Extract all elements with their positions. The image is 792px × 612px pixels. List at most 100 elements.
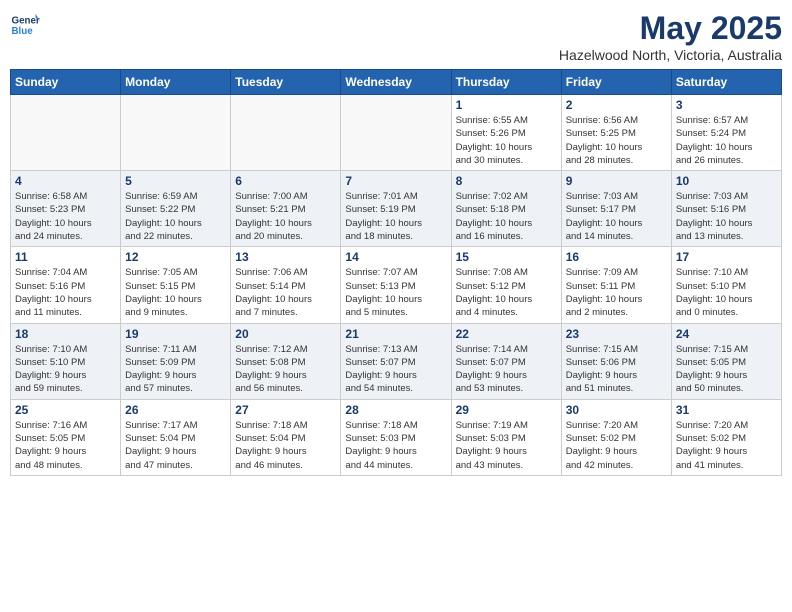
calendar-body: 1 Sunrise: 6:55 AMSunset: 5:26 PMDaylight… (11, 95, 782, 476)
day-number: 8 (456, 174, 557, 188)
day-info: Sunrise: 7:02 AMSunset: 5:18 PMDaylight:… (456, 190, 557, 243)
logo: General Blue (10, 10, 40, 40)
weekday-saturday: Saturday (671, 70, 781, 95)
day-info: Sunrise: 6:57 AMSunset: 5:24 PMDaylight:… (676, 114, 777, 167)
day-number: 28 (345, 403, 446, 417)
calendar-cell: 5 Sunrise: 6:59 AMSunset: 5:22 PMDaylight… (121, 171, 231, 247)
calendar-cell: 17 Sunrise: 7:10 AMSunset: 5:10 PMDayligh… (671, 247, 781, 323)
calendar-week-4: 18Sunrise: 7:10 AMSunset: 5:10 PMDayligh… (11, 323, 782, 399)
day-number: 13 (235, 250, 336, 264)
calendar-cell: 6Sunrise: 7:00 AMSunset: 5:21 PMDaylight… (231, 171, 341, 247)
day-number: 23 (566, 327, 667, 341)
day-info: Sunrise: 7:19 AMSunset: 5:03 PMDaylight:… (456, 419, 557, 472)
day-info: Sunrise: 7:03 AMSunset: 5:16 PMDaylight:… (676, 190, 777, 243)
day-info: Sunrise: 7:12 AMSunset: 5:08 PMDaylight:… (235, 343, 336, 396)
calendar-cell: 2 Sunrise: 6:56 AMSunset: 5:25 PMDaylight… (561, 95, 671, 171)
title-area: May 2025 Hazelwood North, Victoria, Aust… (559, 10, 782, 63)
day-number: 10 (676, 174, 777, 188)
day-number: 24 (676, 327, 777, 341)
day-number: 30 (566, 403, 667, 417)
calendar-week-2: 4 Sunrise: 6:58 AMSunset: 5:23 PMDaylight… (11, 171, 782, 247)
day-info: Sunrise: 7:09 AMSunset: 5:11 PMDaylight:… (566, 266, 667, 319)
calendar-cell: 30 Sunrise: 7:20 AMSunset: 5:02 PMDayligh… (561, 399, 671, 475)
day-number: 29 (456, 403, 557, 417)
svg-text:Blue: Blue (12, 26, 34, 37)
calendar-cell: 16 Sunrise: 7:09 AMSunset: 5:11 PMDayligh… (561, 247, 671, 323)
calendar-cell: 20Sunrise: 7:12 AMSunset: 5:08 PMDayligh… (231, 323, 341, 399)
weekday-friday: Friday (561, 70, 671, 95)
day-number: 2 (566, 98, 667, 112)
day-number: 9 (566, 174, 667, 188)
day-info: Sunrise: 7:08 AMSunset: 5:12 PMDaylight:… (456, 266, 557, 319)
calendar-cell: 26 Sunrise: 7:17 AMSunset: 5:04 PMDayligh… (121, 399, 231, 475)
day-info: Sunrise: 7:01 AMSunset: 5:19 PMDaylight:… (345, 190, 446, 243)
page-header: General Blue May 2025 Hazelwood North, V… (10, 10, 782, 63)
day-info: Sunrise: 7:11 AMSunset: 5:09 PMDaylight:… (125, 343, 226, 396)
calendar-cell: 1 Sunrise: 6:55 AMSunset: 5:26 PMDaylight… (451, 95, 561, 171)
month-year-title: May 2025 (559, 10, 782, 47)
calendar-week-1: 1 Sunrise: 6:55 AMSunset: 5:26 PMDaylight… (11, 95, 782, 171)
day-info: Sunrise: 7:05 AMSunset: 5:15 PMDaylight:… (125, 266, 226, 319)
day-number: 19 (125, 327, 226, 341)
calendar-cell: 7 Sunrise: 7:01 AMSunset: 5:19 PMDaylight… (341, 171, 451, 247)
calendar-cell: 14Sunrise: 7:07 AMSunset: 5:13 PMDayligh… (341, 247, 451, 323)
day-number: 11 (15, 250, 116, 264)
calendar-cell: 28 Sunrise: 7:18 AMSunset: 5:03 PMDayligh… (341, 399, 451, 475)
day-number: 4 (15, 174, 116, 188)
calendar-cell: 12 Sunrise: 7:05 AMSunset: 5:15 PMDayligh… (121, 247, 231, 323)
day-info: Sunrise: 7:20 AMSunset: 5:02 PMDaylight:… (566, 419, 667, 472)
day-info: Sunrise: 7:18 AMSunset: 5:03 PMDaylight:… (345, 419, 446, 472)
weekday-wednesday: Wednesday (341, 70, 451, 95)
calendar-cell: 13 Sunrise: 7:06 AMSunset: 5:14 PMDayligh… (231, 247, 341, 323)
calendar-cell: 29 Sunrise: 7:19 AMSunset: 5:03 PMDayligh… (451, 399, 561, 475)
calendar-cell: 22Sunrise: 7:14 AMSunset: 5:07 PMDayligh… (451, 323, 561, 399)
calendar-cell: 21Sunrise: 7:13 AMSunset: 5:07 PMDayligh… (341, 323, 451, 399)
day-info: Sunrise: 7:16 AMSunset: 5:05 PMDaylight:… (15, 419, 116, 472)
day-number: 26 (125, 403, 226, 417)
day-number: 3 (676, 98, 777, 112)
day-number: 6 (235, 174, 336, 188)
day-info: Sunrise: 6:58 AMSunset: 5:23 PMDaylight:… (15, 190, 116, 243)
calendar-week-3: 11 Sunrise: 7:04 AMSunset: 5:16 PMDayligh… (11, 247, 782, 323)
calendar-cell: 18Sunrise: 7:10 AMSunset: 5:10 PMDayligh… (11, 323, 121, 399)
calendar-cell: 4 Sunrise: 6:58 AMSunset: 5:23 PMDaylight… (11, 171, 121, 247)
day-number: 5 (125, 174, 226, 188)
weekday-sunday: Sunday (11, 70, 121, 95)
day-number: 14 (345, 250, 446, 264)
logo-icon: General Blue (10, 10, 40, 40)
day-info: Sunrise: 7:13 AMSunset: 5:07 PMDaylight:… (345, 343, 446, 396)
calendar-cell: 25 Sunrise: 7:16 AMSunset: 5:05 PMDayligh… (11, 399, 121, 475)
calendar-cell (231, 95, 341, 171)
day-info: Sunrise: 7:15 AMSunset: 5:05 PMDaylight:… (676, 343, 777, 396)
calendar-cell: 10 Sunrise: 7:03 AMSunset: 5:16 PMDayligh… (671, 171, 781, 247)
calendar-cell: 24 Sunrise: 7:15 AMSunset: 5:05 PMDayligh… (671, 323, 781, 399)
day-number: 7 (345, 174, 446, 188)
location-subtitle: Hazelwood North, Victoria, Australia (559, 47, 782, 63)
day-info: Sunrise: 6:59 AMSunset: 5:22 PMDaylight:… (125, 190, 226, 243)
calendar-cell (341, 95, 451, 171)
day-info: Sunrise: 7:04 AMSunset: 5:16 PMDaylight:… (15, 266, 116, 319)
calendar-cell (11, 95, 121, 171)
day-number: 22 (456, 327, 557, 341)
calendar-week-5: 25 Sunrise: 7:16 AMSunset: 5:05 PMDayligh… (11, 399, 782, 475)
weekday-monday: Monday (121, 70, 231, 95)
day-info: Sunrise: 7:17 AMSunset: 5:04 PMDaylight:… (125, 419, 226, 472)
day-number: 17 (676, 250, 777, 264)
calendar-cell: 11 Sunrise: 7:04 AMSunset: 5:16 PMDayligh… (11, 247, 121, 323)
weekday-header-row: SundayMondayTuesdayWednesdayThursdayFrid… (11, 70, 782, 95)
day-number: 25 (15, 403, 116, 417)
calendar-cell: 9 Sunrise: 7:03 AMSunset: 5:17 PMDaylight… (561, 171, 671, 247)
day-info: Sunrise: 6:56 AMSunset: 5:25 PMDaylight:… (566, 114, 667, 167)
day-number: 1 (456, 98, 557, 112)
day-info: Sunrise: 7:15 AMSunset: 5:06 PMDaylight:… (566, 343, 667, 396)
day-info: Sunrise: 7:03 AMSunset: 5:17 PMDaylight:… (566, 190, 667, 243)
day-info: Sunrise: 7:10 AMSunset: 5:10 PMDaylight:… (15, 343, 116, 396)
calendar-table: SundayMondayTuesdayWednesdayThursdayFrid… (10, 69, 782, 476)
day-info: Sunrise: 7:06 AMSunset: 5:14 PMDaylight:… (235, 266, 336, 319)
day-number: 16 (566, 250, 667, 264)
day-number: 12 (125, 250, 226, 264)
calendar-cell: 23 Sunrise: 7:15 AMSunset: 5:06 PMDayligh… (561, 323, 671, 399)
calendar-cell (121, 95, 231, 171)
day-info: Sunrise: 7:10 AMSunset: 5:10 PMDaylight:… (676, 266, 777, 319)
day-info: Sunrise: 6:55 AMSunset: 5:26 PMDaylight:… (456, 114, 557, 167)
